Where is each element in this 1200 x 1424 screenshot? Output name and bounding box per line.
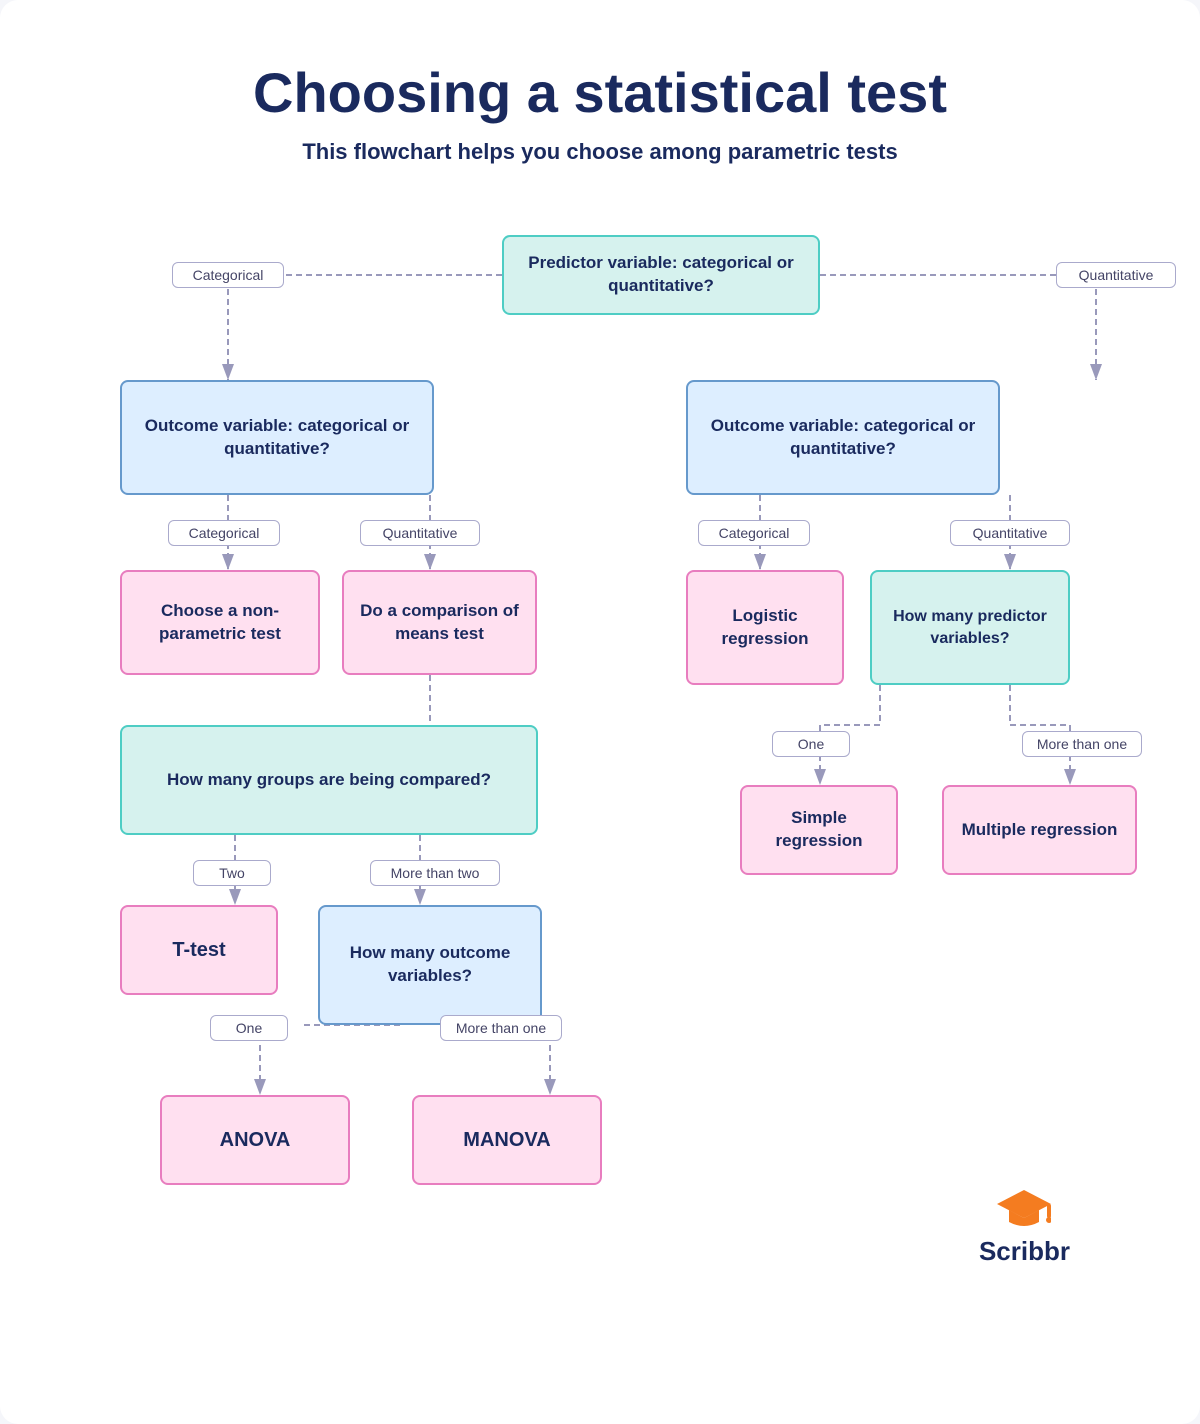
label-one-left: One (210, 1015, 288, 1041)
scribbr-icon (997, 1184, 1051, 1232)
outcome-right-box: Outcome variable: categorical or quantit… (686, 380, 1000, 495)
comparison-means-box: Do a comparison of means test (342, 570, 537, 675)
label-more-than-one-right: More than one (1022, 731, 1142, 757)
simple-regression-box: Simple regression (740, 785, 898, 875)
t-test-box: T-test (120, 905, 278, 995)
multiple-regression-box: Multiple regression (942, 785, 1137, 875)
outcome-left-box: Outcome variable: categorical or quantit… (120, 380, 434, 495)
manova-box: MANOVA (412, 1095, 602, 1185)
label-one-right: One (772, 731, 850, 757)
label-two: Two (193, 860, 271, 886)
scribbr-name: Scribbr (979, 1236, 1070, 1267)
label-more-than-two: More than two (370, 860, 500, 886)
anova-box: ANOVA (160, 1095, 350, 1185)
non-parametric-box: Choose a non-parametric test (120, 570, 320, 675)
label-quantitative-right-top: Quantitative (1056, 262, 1176, 288)
label-categorical-left-top: Categorical (172, 262, 284, 288)
label-categorical-left-mid: Categorical (168, 520, 280, 546)
logistic-box: Logistic regression (686, 570, 844, 685)
label-more-than-one-left: More than one (440, 1015, 562, 1041)
label-quantitative-left-mid: Quantitative (360, 520, 480, 546)
page-subtitle: This flowchart helps you choose among pa… (60, 139, 1140, 165)
how-many-predictors-box: How many predictor variables? (870, 570, 1070, 685)
page-title: Choosing a statistical test (60, 60, 1140, 125)
how-many-groups-box: How many groups are being compared? (120, 725, 538, 835)
flowchart: Predictor variable: categorical or quant… (60, 215, 1140, 1315)
how-many-outcome-box: How many outcome variables? (318, 905, 542, 1025)
page: Choosing a statistical test This flowcha… (0, 0, 1200, 1424)
scribbr-logo: Scribbr (979, 1184, 1070, 1267)
label-quantitative-right-mid: Quantitative (950, 520, 1070, 546)
label-categorical-right-mid: Categorical (698, 520, 810, 546)
predictor-box: Predictor variable: categorical or quant… (502, 235, 820, 315)
